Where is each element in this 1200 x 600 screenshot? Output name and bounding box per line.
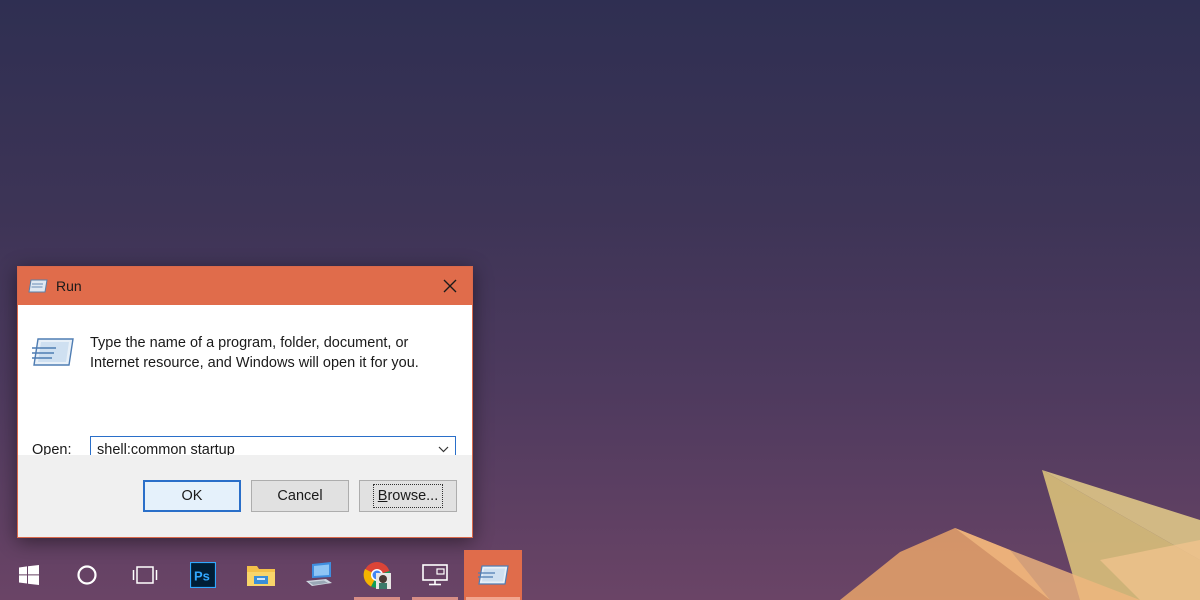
chrome-icon <box>363 562 391 589</box>
ok-button[interactable]: OK <box>143 480 241 512</box>
taskbar-run[interactable] <box>464 550 522 600</box>
taskbar: Ps <box>0 550 1200 600</box>
taskbar-computer[interactable] <box>290 550 348 600</box>
close-button[interactable] <box>428 267 472 305</box>
start-button[interactable] <box>0 550 58 600</box>
taskbar-photoshop[interactable]: Ps <box>174 550 232 600</box>
cortana-search-icon <box>77 565 97 585</box>
task-view-icon <box>132 566 158 584</box>
close-icon <box>443 279 457 293</box>
taskbar-chrome[interactable] <box>348 550 406 600</box>
svg-text:Ps: Ps <box>194 569 210 584</box>
dialog-description: Type the name of a program, folder, docu… <box>90 335 419 371</box>
browse-label: Browse... <box>372 484 444 508</box>
remote-desktop-icon <box>422 564 448 586</box>
chevron-down-icon <box>438 446 448 453</box>
file-explorer-icon <box>247 566 275 586</box>
dialog-title: Run <box>56 278 82 294</box>
cancel-button[interactable]: Cancel <box>251 480 349 512</box>
run-program-icon <box>32 338 74 366</box>
run-title-icon <box>28 279 48 293</box>
task-view-button[interactable] <box>116 550 174 600</box>
run-dialog: Run Type the name of a program, folder, … <box>17 266 473 538</box>
photoshop-icon: Ps <box>190 562 216 588</box>
cortana-button[interactable] <box>58 550 116 600</box>
button-area: OK Cancel Browse... <box>18 455 472 537</box>
run-app-icon <box>478 565 509 585</box>
taskbar-remote-desktop[interactable] <box>406 550 464 600</box>
taskbar-file-explorer[interactable] <box>232 550 290 600</box>
dialog-body: Type the name of a program, folder, docu… <box>18 305 472 463</box>
title-bar[interactable]: Run <box>18 267 472 305</box>
browse-button[interactable]: Browse... <box>359 480 457 512</box>
windows-start-icon <box>19 565 39 585</box>
computer-icon <box>306 562 332 586</box>
